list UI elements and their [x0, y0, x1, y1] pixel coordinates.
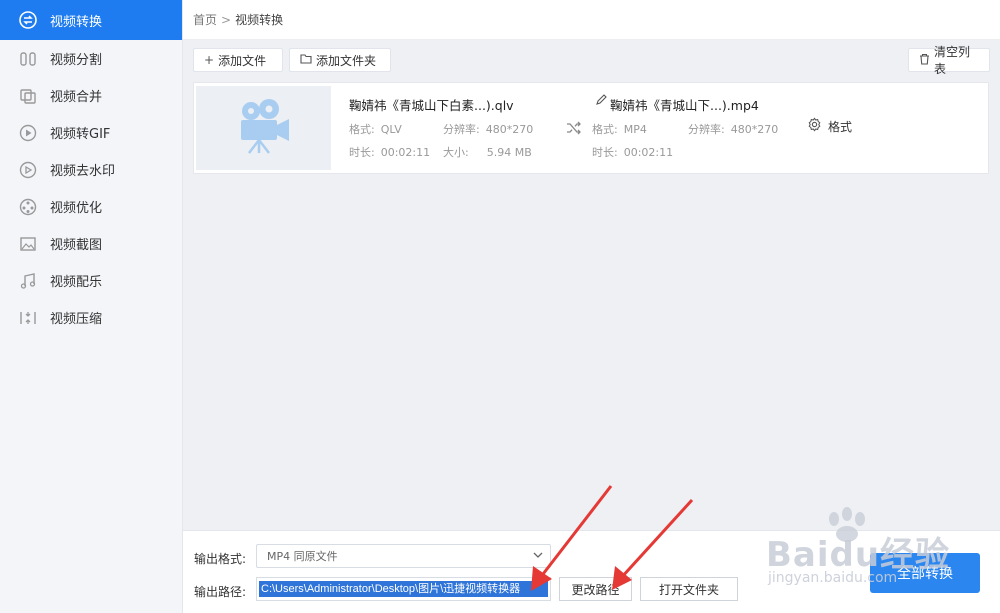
watermark-remove-icon: [18, 160, 38, 180]
change-path-button[interactable]: 更改路径: [559, 577, 632, 601]
chevron-down-icon: [532, 549, 544, 564]
open-folder-label: 打开文件夹: [658, 582, 719, 597]
target-format: 格式: MP4: [592, 121, 647, 137]
sidebar-item-video-compress[interactable]: 视频压缩: [0, 299, 182, 336]
target-duration: 时长: 00:02:11: [592, 144, 673, 160]
source-resolution: 分辨率: 480*270: [443, 121, 533, 137]
compress-icon: [18, 308, 38, 328]
sidebar-item-label: 视频转GIF: [50, 127, 111, 142]
toolbar: + 添加文件 添加文件夹 清空列表: [193, 45, 990, 76]
sidebar-item-video-optimize[interactable]: 视频优化: [0, 188, 182, 225]
add-file-label: 添加文件: [218, 53, 267, 68]
convert-all-label: 全部转换: [897, 566, 953, 582]
sidebar-item-video-gif[interactable]: 视频转GIF: [0, 114, 182, 151]
sidebar-item-video-music[interactable]: 视频配乐: [0, 262, 182, 299]
sidebar-item-video-convert[interactable]: 视频转换: [0, 0, 182, 40]
gif-icon: [18, 123, 38, 143]
breadcrumb-current: 视频转换: [235, 13, 284, 27]
output-format-select[interactable]: MP4 同原文件: [256, 544, 551, 568]
breadcrumb-separator: >: [221, 12, 232, 27]
output-panel: 输出格式: MP4 同原文件 输出路径: C:\Users\Administra…: [183, 530, 1000, 613]
rename-pencil-icon[interactable]: [595, 94, 607, 110]
plus-icon: +: [204, 53, 215, 67]
source-format-value: QLV: [380, 123, 402, 136]
optimize-icon: [18, 197, 38, 217]
source-duration: 时长: 00:02:11: [349, 144, 430, 160]
target-resolution: 分辨率: 480*270: [688, 121, 778, 137]
screenshot-icon: [18, 234, 38, 254]
output-format-label: 输出格式:: [194, 552, 247, 566]
source-size-label: 大小:: [443, 146, 469, 159]
source-format: 格式: QLV: [349, 121, 402, 137]
source-size: 大小: 5.94 MB: [443, 144, 532, 160]
sidebar-item-label: 视频压缩: [50, 312, 103, 327]
sidebar-item-label: 视频分割: [50, 53, 103, 68]
sidebar-item-label: 视频合并: [50, 90, 103, 105]
file-list-item[interactable]: 鞠婧祎《青城山下白素...).qlv 格式: QLV 分辨率: 480*270 时长…: [193, 82, 989, 174]
source-duration-label: 时长:: [349, 146, 375, 159]
output-path-field[interactable]: C:\Users\Administrator\Desktop\图片\迅捷视频转换…: [256, 577, 551, 601]
sidebar-item-label: 视频去水印: [50, 164, 116, 179]
source-resolution-value: 480*270: [485, 123, 534, 136]
source-size-value: 5.94 MB: [486, 146, 532, 159]
clear-list-label: 清空列表: [934, 45, 971, 76]
output-path-label: 输出路径:: [194, 585, 247, 599]
breadcrumb: 首页 > 视频转换: [183, 0, 1000, 40]
trash-icon: [919, 53, 930, 68]
shuffle-icon: [566, 121, 582, 139]
target-duration-label: 时长:: [592, 146, 618, 159]
format-settings-button[interactable]: 格式: [807, 117, 852, 135]
open-folder-button[interactable]: 打开文件夹: [640, 577, 738, 601]
target-filename[interactable]: 鞠婧祎《青城山下...).mp4: [610, 95, 759, 114]
video-thumbnail: [196, 86, 331, 170]
split-icon: [18, 49, 38, 69]
breadcrumb-home[interactable]: 首页: [193, 11, 217, 28]
target-resolution-label: 分辨率:: [688, 123, 725, 136]
folder-icon: [300, 53, 312, 67]
sidebar-item-label: 视频配乐: [50, 275, 103, 290]
video-camera-icon: [235, 98, 293, 158]
gear-icon: [807, 117, 828, 135]
source-format-label: 格式:: [349, 123, 375, 136]
target-duration-value: 00:02:11: [623, 146, 674, 159]
main-panel: + 添加文件 添加文件夹 清空列表 鞠婧祎《青城山下白素...).qlv 格式:…: [183, 40, 1000, 530]
target-format-label: 格式:: [592, 123, 618, 136]
convert-all-button[interactable]: 全部转换: [870, 553, 980, 593]
format-button-label: 格式: [828, 119, 853, 134]
sidebar-item-label: 视频转换: [50, 14, 103, 30]
sidebar-item-label: 视频截图: [50, 238, 103, 253]
merge-icon: [18, 86, 38, 106]
convert-icon: [18, 10, 38, 30]
sidebar-item-video-merge[interactable]: 视频合并: [0, 77, 182, 114]
source-filename: 鞠婧祎《青城山下白素...).qlv: [349, 98, 514, 113]
sidebar-item-video-watermark[interactable]: 视频去水印: [0, 151, 182, 188]
change-path-label: 更改路径: [571, 582, 620, 597]
target-format-value: MP4: [623, 123, 647, 136]
target-resolution-value: 480*270: [730, 123, 779, 136]
music-icon: [18, 271, 38, 291]
add-folder-button[interactable]: 添加文件夹: [289, 48, 391, 72]
source-resolution-label: 分辨率:: [443, 123, 480, 136]
output-format-value: MP4 同原文件: [267, 550, 338, 563]
clear-list-button[interactable]: 清空列表: [908, 45, 990, 76]
source-duration-value: 00:02:11: [380, 146, 431, 159]
output-path-value: C:\Users\Administrator\Desktop\图片\迅捷视频转换…: [259, 581, 548, 597]
sidebar: 视频转换 视频分割 视频合并 视频转GIF 视频去水印 视频优化 视频截图 视频…: [0, 0, 183, 613]
add-folder-label: 添加文件夹: [316, 53, 377, 68]
add-file-button[interactable]: + 添加文件: [193, 48, 283, 72]
sidebar-item-video-split[interactable]: 视频分割: [0, 40, 182, 77]
sidebar-item-label: 视频优化: [50, 201, 103, 216]
sidebar-item-video-screenshot[interactable]: 视频截图: [0, 225, 182, 262]
